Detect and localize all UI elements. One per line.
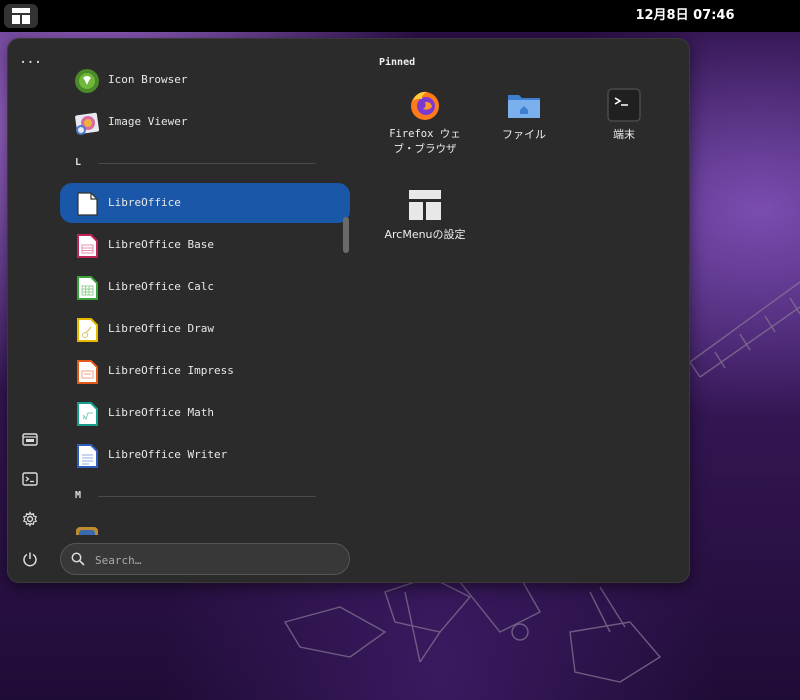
more-button[interactable]: ··· bbox=[16, 49, 44, 77]
pinned-files[interactable]: ファイル bbox=[476, 87, 572, 142]
libreoffice-icon bbox=[77, 192, 98, 216]
list-item-partial[interactable] bbox=[60, 515, 350, 535]
app-list-scrollbar[interactable] bbox=[343, 217, 349, 253]
clock[interactable]: 12月8日 07:46 bbox=[600, 0, 770, 32]
list-item-icon-browser[interactable]: Icon Browser bbox=[60, 60, 350, 100]
app-label: LibreOffice Math bbox=[108, 406, 214, 419]
power-icon bbox=[23, 552, 37, 567]
list-item-libreoffice-calc[interactable]: LibreOffice Calc bbox=[60, 267, 350, 307]
libreoffice-impress-icon bbox=[77, 360, 98, 384]
section-header-l: L bbox=[75, 157, 82, 168]
app-label: LibreOffice Impress bbox=[108, 364, 234, 377]
files-icon bbox=[22, 433, 38, 446]
list-item-libreoffice-draw[interactable]: LibreOffice Draw bbox=[60, 309, 350, 349]
app-label: LibreOffice Base bbox=[108, 238, 214, 251]
app-label: LibreOffice Writer bbox=[108, 448, 228, 461]
libreoffice-math-icon bbox=[77, 402, 98, 426]
libreoffice-writer-icon bbox=[77, 444, 98, 468]
app-label: LibreOffice Draw bbox=[108, 322, 214, 335]
top-bar: 12月8日 07:46 bbox=[0, 0, 800, 32]
section-divider bbox=[98, 496, 316, 497]
terminal-icon bbox=[22, 472, 38, 486]
pinned-label: ブ・ブラウザ bbox=[393, 143, 457, 155]
libreoffice-draw-icon bbox=[77, 318, 98, 342]
app-label: Icon Browser bbox=[108, 73, 188, 86]
libreoffice-base-icon bbox=[77, 234, 98, 258]
icon-browser-icon bbox=[75, 69, 99, 93]
search-icon bbox=[71, 552, 85, 566]
firefox-icon bbox=[411, 91, 439, 120]
power-button[interactable] bbox=[16, 545, 44, 573]
pinned-arcmenu-settings[interactable]: ArcMenuの設定 bbox=[377, 187, 473, 242]
pinned-terminal[interactable]: 端末 bbox=[576, 87, 672, 142]
settings-icon bbox=[22, 511, 38, 527]
app-label: LibreOffice Calc bbox=[108, 280, 214, 293]
list-item-libreoffice-math[interactable]: LibreOffice Math bbox=[60, 393, 350, 433]
list-item-libreoffice-impress[interactable]: LibreOffice Impress bbox=[60, 351, 350, 391]
search-box[interactable] bbox=[60, 543, 350, 576]
terminal-icon bbox=[607, 88, 641, 122]
terminal-button[interactable] bbox=[16, 465, 44, 493]
arcmenu-settings-icon bbox=[409, 190, 441, 220]
section-divider bbox=[98, 163, 316, 164]
section-header-m: M bbox=[75, 490, 82, 501]
image-viewer-icon bbox=[75, 112, 100, 135]
pinned-label: 端末 bbox=[613, 128, 635, 141]
layout-grid-icon bbox=[12, 8, 30, 24]
list-item-libreoffice-writer[interactable]: LibreOffice Writer bbox=[60, 435, 350, 475]
pinned-firefox[interactable]: Firefox ウェ ブ・ブラウザ bbox=[377, 87, 473, 157]
pinned-label: ArcMenuの設定 bbox=[384, 228, 466, 241]
pinned-title: Pinned bbox=[379, 57, 416, 68]
files-folder-icon bbox=[508, 95, 540, 118]
pinned-label: ファイル bbox=[502, 128, 546, 141]
list-item-libreoffice[interactable]: LibreOffice bbox=[60, 183, 350, 223]
settings-button[interactable] bbox=[16, 505, 44, 533]
app-icon-partial bbox=[76, 527, 98, 535]
files-button[interactable] bbox=[16, 425, 44, 453]
app-label: Image Viewer bbox=[108, 115, 188, 128]
list-item-image-viewer[interactable]: Image Viewer bbox=[60, 102, 350, 142]
list-item-libreoffice-base[interactable]: LibreOffice Base bbox=[60, 225, 350, 265]
pinned-label: Firefox ウェ bbox=[389, 128, 461, 140]
app-label: LibreOffice bbox=[108, 196, 181, 209]
arcmenu-panel: ··· Icon Browser Image Viewer L LibreOff… bbox=[7, 38, 690, 583]
arcmenu-button[interactable] bbox=[4, 4, 38, 28]
more-icon: ··· bbox=[18, 55, 42, 71]
menu-sidebar: ··· bbox=[8, 39, 52, 582]
app-list[interactable]: Icon Browser Image Viewer L LibreOffice bbox=[60, 39, 350, 535]
search-input[interactable] bbox=[93, 544, 337, 576]
libreoffice-calc-icon bbox=[77, 276, 98, 300]
